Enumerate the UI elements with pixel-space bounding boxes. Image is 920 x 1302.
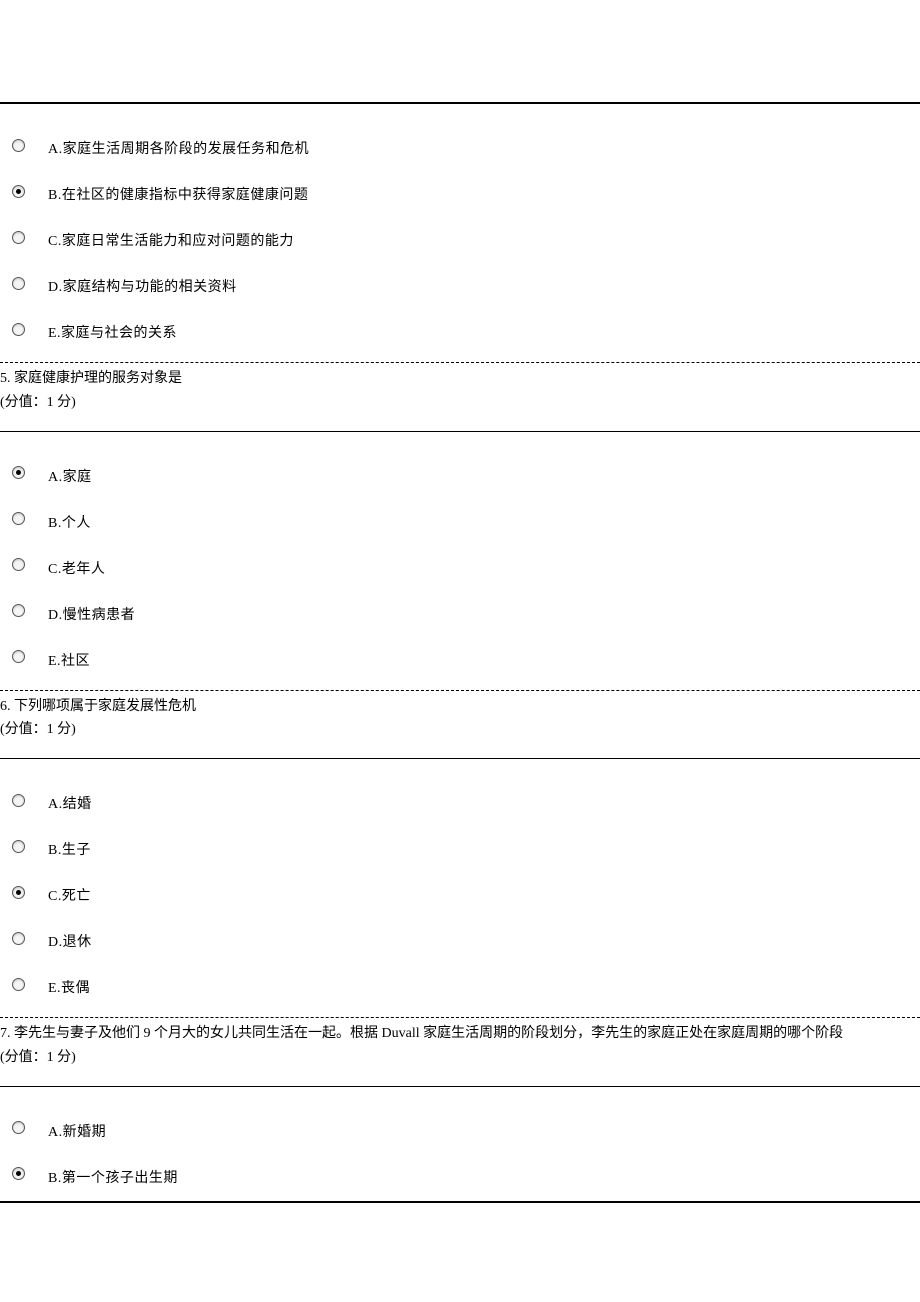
option-row: B.第一个孩子出生期 — [0, 1151, 920, 1197]
radio-wrap[interactable] — [12, 512, 48, 525]
option-label: E.丧偶 — [48, 971, 90, 997]
options-container: A.结婚 B.生子 C.死亡 D.退休 — [0, 758, 920, 1018]
option-row: E.丧偶 — [0, 961, 920, 1007]
question-text: 李先生与妻子及他们 9 个月大的女儿共同生活在一起。根据 Duvall 家庭生活… — [14, 1026, 843, 1041]
option-label: A.家庭生活周期各阶段的发展任务和危机 — [48, 132, 309, 158]
option-label: C.家庭日常生活能力和应对问题的能力 — [48, 224, 294, 250]
option-label: C.老年人 — [48, 552, 105, 578]
question-block-4: A.家庭生活周期各阶段的发展任务和危机 B.在社区的健康指标中获得家庭健康问题 … — [0, 102, 920, 363]
radio-icon — [12, 1167, 25, 1180]
question-block-5: 5. 家庭健康护理的服务对象是 (分值：1 分) A.家庭 B.个人 — [0, 363, 920, 691]
radio-wrap[interactable] — [12, 1167, 48, 1180]
radio-icon — [12, 1121, 25, 1134]
question-text: 下列哪项属于家庭发展性危机 — [14, 699, 196, 714]
radio-icon — [12, 185, 25, 198]
option-row: C.家庭日常生活能力和应对问题的能力 — [0, 214, 920, 260]
question-header: 6. 下列哪项属于家庭发展性危机 (分值：1 分) — [0, 691, 920, 745]
radio-wrap[interactable] — [12, 886, 48, 899]
option-row: D.退休 — [0, 915, 920, 961]
radio-wrap[interactable] — [12, 466, 48, 479]
option-label: B.在社区的健康指标中获得家庭健康问题 — [48, 178, 308, 204]
options-container: A.家庭 B.个人 C.老年人 D.慢性病患者 — [0, 431, 920, 691]
radio-icon — [12, 794, 25, 807]
radio-icon — [12, 978, 25, 991]
question-block-6: 6. 下列哪项属于家庭发展性危机 (分值：1 分) A.结婚 B.生子 — [0, 691, 920, 1019]
option-label: E.社区 — [48, 644, 90, 670]
radio-wrap[interactable] — [12, 231, 48, 244]
radio-wrap[interactable] — [12, 323, 48, 336]
question-header: 5. 家庭健康护理的服务对象是 (分值：1 分) — [0, 363, 920, 417]
radio-wrap[interactable] — [12, 139, 48, 152]
radio-icon — [12, 650, 25, 663]
question-header: 7. 李先生与妻子及他们 9 个月大的女儿共同生活在一起。根据 Duvall 家… — [0, 1018, 920, 1072]
question-block-7: 7. 李先生与妻子及他们 9 个月大的女儿共同生活在一起。根据 Duvall 家… — [0, 1018, 920, 1203]
radio-icon — [12, 558, 25, 571]
radio-icon — [12, 323, 25, 336]
option-label: B.第一个孩子出生期 — [48, 1161, 178, 1187]
option-row: D.慢性病患者 — [0, 588, 920, 634]
option-label: D.慢性病患者 — [48, 598, 135, 624]
question-number: 5. — [0, 371, 11, 386]
radio-wrap[interactable] — [12, 978, 48, 991]
radio-icon — [12, 886, 25, 899]
option-row: A.家庭生活周期各阶段的发展任务和危机 — [0, 122, 920, 168]
question-number: 7. — [0, 1026, 11, 1041]
question-score: (分值：1 分) — [0, 722, 76, 737]
question-text: 家庭健康护理的服务对象是 — [14, 371, 182, 386]
option-row: A.结婚 — [0, 777, 920, 823]
radio-icon — [12, 512, 25, 525]
options-area: A.家庭 B.个人 C.老年人 D.慢性病患者 — [0, 432, 920, 690]
option-label: E.家庭与社会的关系 — [48, 316, 177, 342]
radio-wrap[interactable] — [12, 558, 48, 571]
option-label: B.个人 — [48, 506, 91, 532]
option-label: C.死亡 — [48, 879, 91, 905]
question-score: (分值：1 分) — [0, 1050, 76, 1065]
radio-wrap[interactable] — [12, 277, 48, 290]
option-label: A.结婚 — [48, 787, 92, 813]
options-area: A.新婚期 B.第一个孩子出生期 — [0, 1087, 920, 1201]
option-row: B.个人 — [0, 496, 920, 542]
radio-icon — [12, 139, 25, 152]
option-row: B.在社区的健康指标中获得家庭健康问题 — [0, 168, 920, 214]
option-row: E.社区 — [0, 634, 920, 680]
option-label: D.退休 — [48, 925, 92, 951]
options-area: A.结婚 B.生子 C.死亡 D.退休 — [0, 759, 920, 1017]
radio-icon — [12, 604, 25, 617]
options-container: A.新婚期 B.第一个孩子出生期 — [0, 1086, 920, 1203]
option-label: B.生子 — [48, 833, 91, 859]
option-label: A.家庭 — [48, 460, 92, 486]
radio-wrap[interactable] — [12, 604, 48, 617]
radio-wrap[interactable] — [12, 650, 48, 663]
radio-icon — [12, 277, 25, 290]
radio-wrap[interactable] — [12, 932, 48, 945]
radio-wrap[interactable] — [12, 840, 48, 853]
options-area: A.家庭生活周期各阶段的发展任务和危机 B.在社区的健康指标中获得家庭健康问题 … — [0, 104, 920, 362]
option-row: D.家庭结构与功能的相关资料 — [0, 260, 920, 306]
option-row: A.家庭 — [0, 450, 920, 496]
option-row: C.老年人 — [0, 542, 920, 588]
radio-icon — [12, 932, 25, 945]
option-label: D.家庭结构与功能的相关资料 — [48, 270, 237, 296]
option-row: A.新婚期 — [0, 1105, 920, 1151]
option-label: A.新婚期 — [48, 1115, 106, 1141]
radio-icon — [12, 840, 25, 853]
radio-wrap[interactable] — [12, 1121, 48, 1134]
option-row: E.家庭与社会的关系 — [0, 306, 920, 352]
radio-icon — [12, 466, 25, 479]
radio-wrap[interactable] — [12, 185, 48, 198]
question-score: (分值：1 分) — [0, 395, 76, 410]
question-number: 6. — [0, 699, 11, 714]
option-row: B.生子 — [0, 823, 920, 869]
option-row: C.死亡 — [0, 869, 920, 915]
radio-icon — [12, 231, 25, 244]
radio-wrap[interactable] — [12, 794, 48, 807]
